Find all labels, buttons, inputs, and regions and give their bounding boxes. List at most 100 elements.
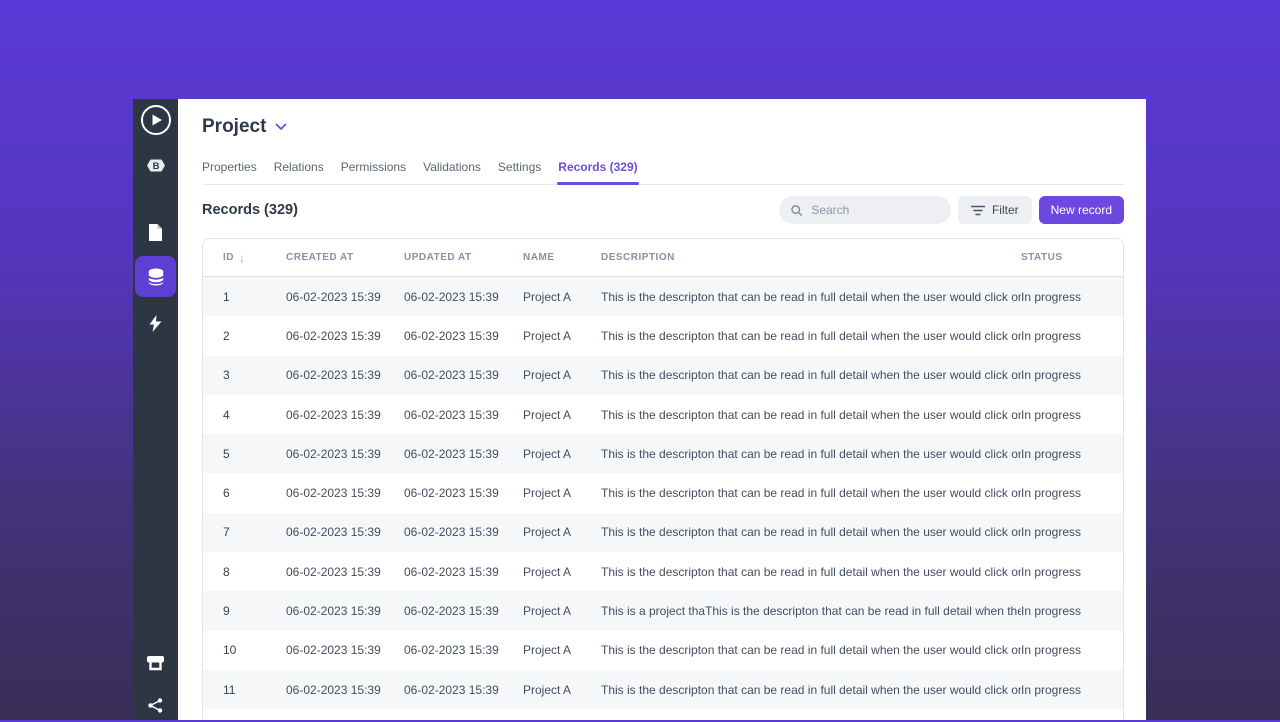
cell-created-at: 06-02-2023 15:39 — [286, 525, 381, 540]
table-row[interactable]: 10 06-02-2023 15:39 06-02-2023 15:39 Pro… — [203, 631, 1123, 670]
entity-title-dropdown[interactable]: Project — [202, 116, 287, 138]
share-icon — [148, 697, 163, 713]
cell-created-at: 06-02-2023 15:39 — [286, 682, 381, 697]
column-header-id[interactable]: ID ↓ — [223, 251, 286, 265]
cell-updated-at: 06-02-2023 15:39 — [404, 289, 499, 304]
table-row[interactable]: 8 06-02-2023 15:39 06-02-2023 15:39 Proj… — [203, 552, 1123, 591]
cell-status: In progress — [1021, 486, 1082, 501]
cell-name: Project A — [523, 643, 572, 658]
table-row[interactable]: 6 06-02-2023 15:39 06-02-2023 15:39 Proj… — [203, 473, 1123, 512]
column-header-description[interactable]: DESCRIPTION — [601, 252, 1021, 263]
cell-description: This is a project thaThis is the descrip… — [601, 604, 1021, 619]
tab-relations[interactable]: Relations — [274, 160, 324, 174]
cell-description: This is the descripton that can be read … — [601, 486, 1021, 501]
cell-created-at: 06-02-2023 15:39 — [286, 446, 381, 461]
cell-name: Project A — [523, 289, 572, 304]
records-table: ID ↓ CREATED AT UPDATED AT NAME DESCRIPT… — [202, 238, 1124, 720]
cell-name: Project A — [523, 368, 572, 383]
cell-status: In progress — [1021, 643, 1082, 658]
betty-blocks-logo-button[interactable]: B — [133, 148, 178, 182]
search-icon — [791, 204, 803, 216]
cell-status: In progress — [1021, 564, 1082, 579]
cell-description: This is the descripton that can be read … — [601, 407, 1021, 422]
tab-records[interactable]: Records (329) — [557, 160, 640, 185]
cell-id: 10 — [223, 643, 237, 658]
cell-name: Project A — [523, 604, 572, 619]
desktop-background: { "app": { "accent_color": "#6d4de0", "s… — [0, 0, 1280, 720]
tab-validations[interactable]: Validations — [423, 160, 481, 174]
cell-created-at: 06-02-2023 15:39 — [286, 564, 381, 579]
lightning-icon — [149, 314, 162, 332]
page-title: Project — [202, 116, 267, 137]
sidebar: B — [133, 99, 178, 720]
search-box[interactable] — [778, 196, 951, 224]
cell-name: Project A — [523, 682, 572, 697]
records-heading: Records (329) — [202, 202, 298, 218]
cell-updated-at: 06-02-2023 15:39 — [404, 407, 499, 422]
cell-created-at: 06-02-2023 15:39 — [286, 328, 381, 343]
cell-description: This is the descripton that can be read … — [601, 564, 1021, 579]
new-record-button[interactable]: New record — [1038, 196, 1124, 224]
cell-name: Project A — [523, 564, 572, 579]
cell-created-at: 06-02-2023 15:39 — [286, 289, 381, 304]
cell-status: In progress — [1021, 525, 1082, 540]
table-row[interactable]: 4 06-02-2023 15:39 06-02-2023 15:39 Proj… — [203, 395, 1123, 434]
cell-updated-at: 06-02-2023 15:39 — [404, 564, 499, 579]
cell-updated-at: 06-02-2023 15:39 — [404, 328, 499, 343]
table-row[interactable]: 2 06-02-2023 15:39 06-02-2023 15:39 Proj… — [203, 316, 1123, 355]
marketplace-button[interactable] — [133, 646, 178, 680]
cell-id: 5 — [223, 446, 230, 461]
cell-description: This is the descripton that can be read … — [601, 643, 1021, 658]
actions-button[interactable] — [133, 306, 178, 340]
cell-updated-at: 06-02-2023 15:39 — [404, 446, 499, 461]
cell-created-at: 06-02-2023 15:39 — [286, 604, 381, 619]
column-header-status[interactable]: STATUS — [1021, 252, 1123, 263]
table-row[interactable]: 3 06-02-2023 15:39 06-02-2023 15:39 Proj… — [203, 355, 1123, 395]
cell-updated-at: 06-02-2023 15:39 — [404, 604, 499, 619]
pages-icon — [149, 223, 162, 241]
integrations-button[interactable] — [133, 688, 178, 722]
sort-descending-icon: ↓ — [239, 250, 246, 265]
tab-properties[interactable]: Properties — [202, 160, 257, 174]
cell-id: 9 — [223, 604, 230, 619]
cell-status: In progress — [1021, 682, 1082, 697]
cell-id: 7 — [223, 525, 230, 540]
cell-status: In progress — [1021, 407, 1082, 422]
table-row[interactable]: 5 06-02-2023 15:39 06-02-2023 15:39 Proj… — [203, 434, 1123, 474]
cell-updated-at: 06-02-2023 15:39 — [404, 486, 499, 501]
column-header-name[interactable]: NAME — [523, 252, 601, 263]
cell-description: This is the descripton that can be read … — [601, 328, 1021, 343]
records-toolbar: Filter New record — [778, 196, 1124, 224]
table-row[interactable]: 11 06-02-2023 15:39 06-02-2023 15:39 Pro… — [203, 669, 1123, 710]
storefront-icon — [147, 656, 164, 671]
search-input[interactable] — [809, 202, 939, 218]
cell-updated-at: 06-02-2023 15:39 — [404, 643, 499, 658]
cell-id: 3 — [223, 368, 230, 383]
cell-description: This is the descripton that can be read … — [601, 682, 1021, 697]
table-body: 1 06-02-2023 15:39 06-02-2023 15:39 Proj… — [203, 277, 1123, 710]
cell-status: In progress — [1021, 604, 1082, 619]
cell-updated-at: 06-02-2023 15:39 — [404, 525, 499, 540]
pages-button[interactable] — [133, 215, 178, 249]
cell-id: 4 — [223, 407, 230, 422]
filter-button[interactable]: Filter — [957, 196, 1032, 224]
cell-name: Project A — [523, 446, 572, 461]
cell-name: Project A — [523, 328, 572, 343]
tab-permissions[interactable]: Permissions — [341, 160, 406, 174]
chevron-down-icon — [276, 123, 287, 130]
tab-settings[interactable]: Settings — [498, 160, 541, 174]
table-row[interactable]: 9 06-02-2023 15:39 06-02-2023 15:39 Proj… — [203, 591, 1123, 631]
column-header-created-at[interactable]: CREATED AT — [286, 252, 404, 263]
betty-blocks-logo-icon: B — [146, 159, 165, 172]
cell-status: In progress — [1021, 368, 1082, 383]
play-button[interactable] — [133, 103, 178, 137]
filter-label: Filter — [991, 203, 1019, 217]
cell-id: 2 — [223, 328, 230, 343]
table-row[interactable]: 1 06-02-2023 15:39 06-02-2023 15:39 Proj… — [203, 277, 1123, 317]
cell-name: Project A — [523, 407, 572, 422]
column-header-updated-at[interactable]: UPDATED AT — [404, 252, 523, 263]
cell-description: This is the descripton that can be read … — [601, 368, 1021, 383]
data-model-button[interactable] — [135, 256, 176, 297]
table-row[interactable]: 7 06-02-2023 15:39 06-02-2023 15:39 Proj… — [203, 512, 1123, 553]
cell-id: 8 — [223, 564, 230, 579]
